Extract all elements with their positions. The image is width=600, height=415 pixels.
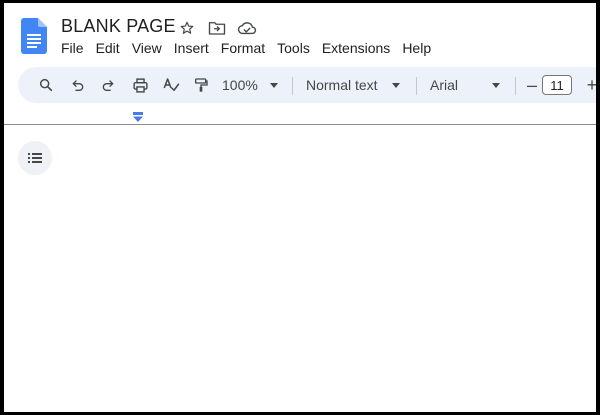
document-outline-button[interactable] <box>18 141 52 175</box>
google-docs-logo-icon[interactable] <box>21 18 47 54</box>
document-title[interactable]: BLANK PAGE <box>61 16 176 37</box>
menu-edit[interactable]: Edit <box>91 38 125 58</box>
outline-list-icon <box>28 153 42 163</box>
move-to-folder-icon[interactable] <box>206 17 228 39</box>
chevron-down-icon <box>391 82 400 88</box>
cloud-saved-icon[interactable] <box>236 17 258 39</box>
zoom-select[interactable]: 100% <box>222 73 278 97</box>
spelling-grammar-icon[interactable] <box>159 73 183 97</box>
font-family-value: Arial <box>430 77 459 93</box>
menu-file[interactable]: File <box>56 38 89 58</box>
document-canvas[interactable] <box>64 133 596 412</box>
redo-icon[interactable] <box>96 73 120 97</box>
toolbar-divider <box>416 77 417 95</box>
menu-tools[interactable]: Tools <box>272 38 315 58</box>
plus-icon: + <box>586 74 596 95</box>
paragraph-style-select[interactable]: Normal text <box>306 73 400 97</box>
paragraph-style-value: Normal text <box>306 77 378 93</box>
menu-format[interactable]: Format <box>216 38 270 58</box>
paint-format-icon[interactable] <box>189 73 213 97</box>
undo-icon[interactable] <box>66 73 90 97</box>
print-icon[interactable] <box>128 73 152 97</box>
font-family-select[interactable]: Arial <box>430 73 500 97</box>
decrease-font-size-button[interactable]: – <box>520 73 544 97</box>
app-window: BLANK PAGE File Edit View Insert Format … <box>4 3 596 412</box>
zoom-value: 100% <box>222 77 258 93</box>
toolbar-divider <box>515 77 516 95</box>
toolbar-divider <box>292 77 293 95</box>
menu-bar: File Edit View Insert Format Tools Exten… <box>56 37 438 59</box>
minus-icon: – <box>526 74 537 95</box>
star-icon[interactable] <box>176 17 198 39</box>
ruler <box>4 124 596 125</box>
chevron-down-icon <box>492 82 500 88</box>
increase-font-size-button[interactable]: + <box>580 73 596 97</box>
title-actions <box>176 17 258 39</box>
font-size-input[interactable]: 11 <box>542 75 572 95</box>
menu-view[interactable]: View <box>127 38 167 58</box>
menu-insert[interactable]: Insert <box>169 38 214 58</box>
ruler-indent-marker-icon[interactable] <box>132 112 144 124</box>
chevron-down-icon <box>269 82 278 88</box>
toolbar: 100% Normal text Arial – 11 + <box>18 67 596 103</box>
search-menus-icon[interactable] <box>34 73 58 97</box>
menu-extensions[interactable]: Extensions <box>317 38 395 58</box>
menu-help[interactable]: Help <box>397 38 436 58</box>
